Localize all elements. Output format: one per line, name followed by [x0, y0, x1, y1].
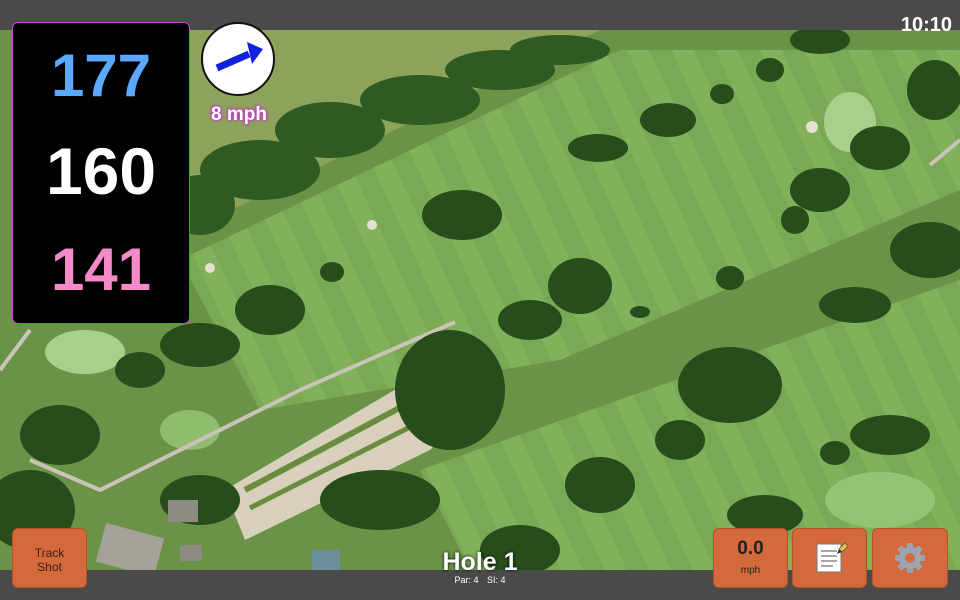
wind-speed: 8 mph	[211, 104, 267, 125]
hole-info: Hole 1 Par: 4 SI: 4	[380, 548, 580, 585]
back-distance: 177	[50, 42, 152, 109]
notes-button[interactable]	[792, 528, 867, 588]
hole-si: SI: 4	[487, 575, 506, 585]
gear-icon	[895, 543, 925, 573]
track-shot-label-line1: Track	[34, 546, 65, 560]
settings-button[interactable]	[872, 528, 948, 588]
status-clock: 10:10	[900, 14, 952, 36]
hole-details: Par: 4 SI: 4	[380, 575, 580, 585]
hole-par: Par: 4	[454, 575, 479, 585]
speed-value: 0.0	[737, 538, 764, 559]
center-distance: 160	[45, 134, 157, 208]
notepad-icon	[816, 542, 849, 573]
wind-arrow-icon	[215, 42, 263, 72]
wind-indicator[interactable]	[201, 22, 275, 96]
track-shot-button[interactable]: Track Shot	[12, 528, 87, 588]
hole-title: Hole 1	[442, 548, 518, 576]
front-distance: 141	[50, 236, 152, 303]
speed-unit: mph	[740, 565, 761, 576]
distance-panel: 177 160 141	[12, 22, 190, 324]
speed-button[interactable]: 0.0 mph	[713, 528, 788, 588]
track-shot-label-line2: Shot	[37, 560, 62, 574]
